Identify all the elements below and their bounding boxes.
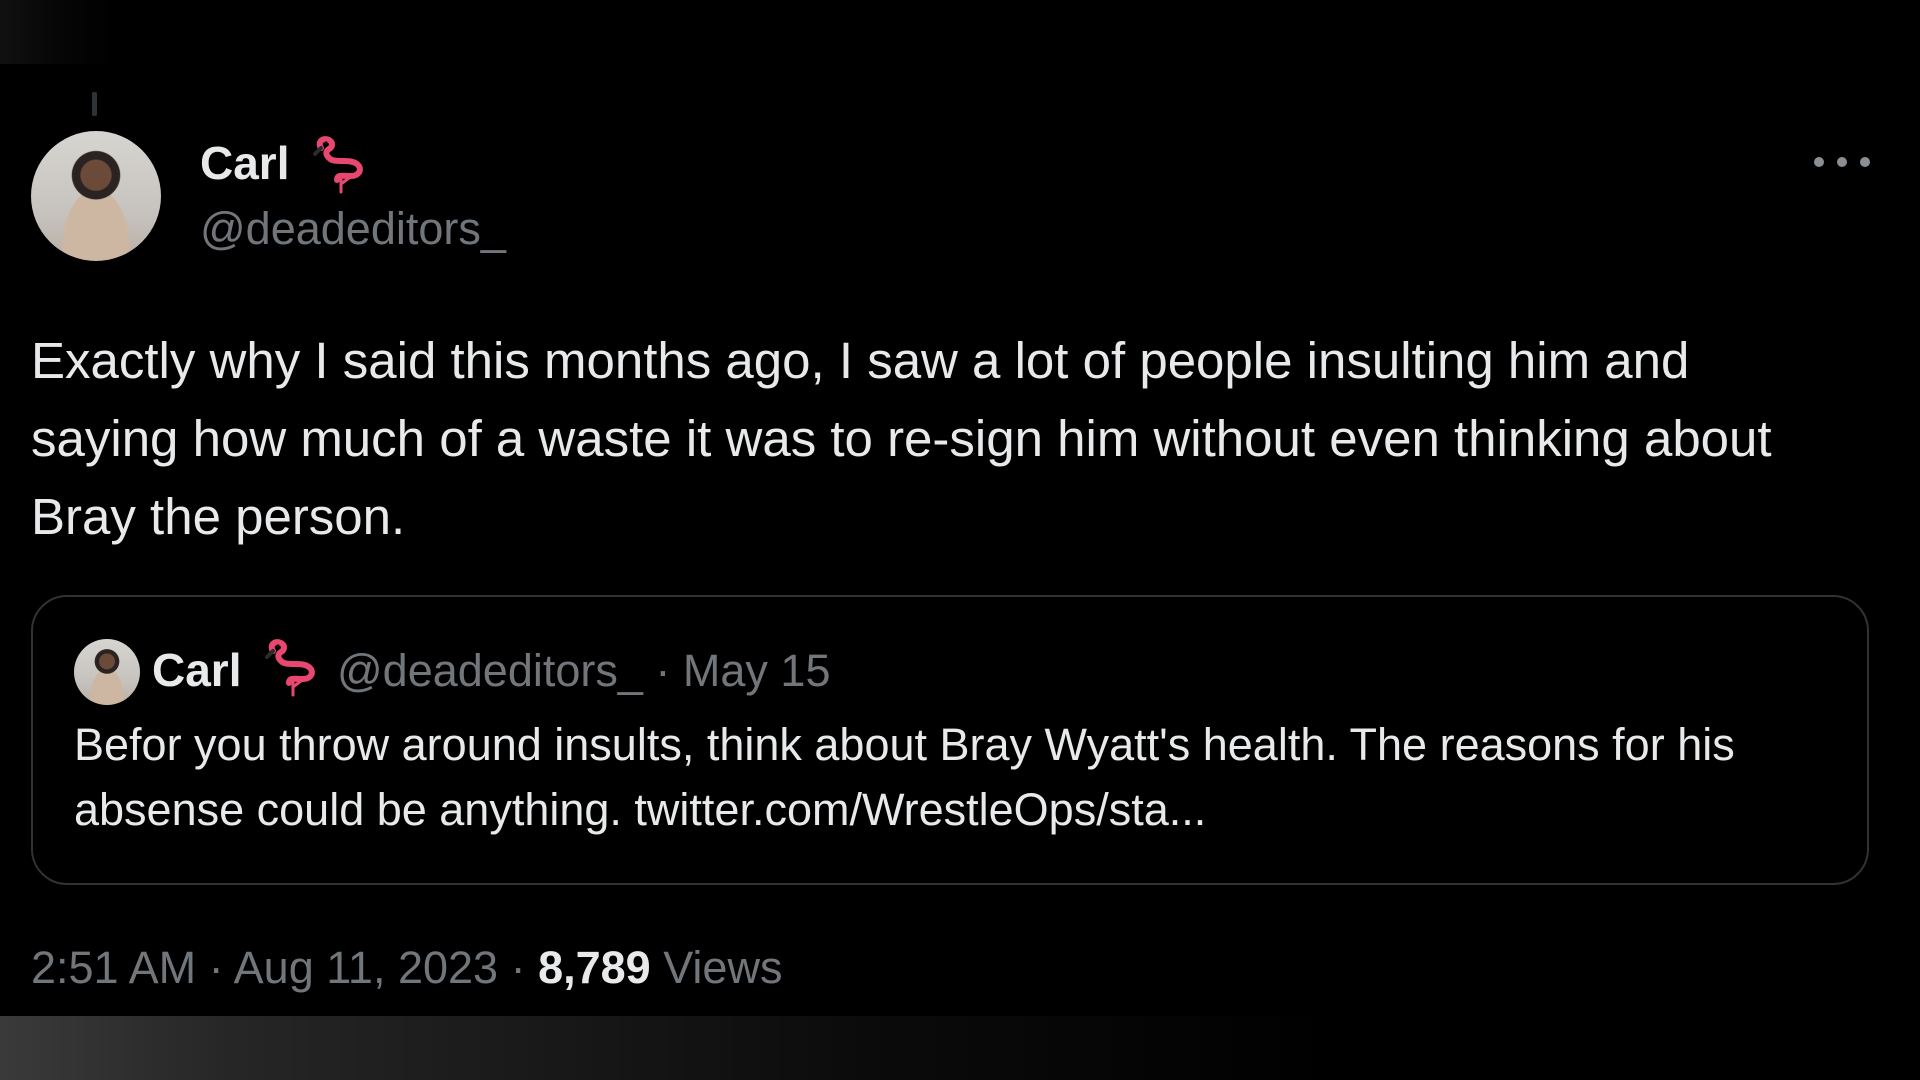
quoted-author-avatar[interactable] (74, 639, 140, 705)
quoted-author-handle[interactable]: @deadeditors_ (337, 645, 643, 696)
flamingo-icon (313, 136, 363, 194)
thread-line (92, 92, 97, 116)
more-options-icon[interactable] (1814, 150, 1870, 174)
flamingo-icon (265, 639, 315, 697)
tweet-footer-meta: 2:51 AM · Aug 11, 2023 · 8,789 Views (31, 942, 782, 994)
author-name[interactable]: Carl (200, 136, 289, 190)
meta-separator: · (208, 942, 224, 993)
views-label: Views (663, 942, 783, 993)
tweet-text: Exactly why I said this months ago, I sa… (31, 332, 1772, 545)
author-handle[interactable]: @deadeditors_ (200, 203, 506, 255)
quoted-tweet-date[interactable]: May 15 (683, 645, 831, 696)
top-shadow (0, 0, 1920, 64)
quoted-tweet-text: Befor you throw around insults, think ab… (74, 719, 1735, 835)
meta-separator: · (510, 942, 526, 993)
quoted-tweet-card[interactable]: Carl @deadeditors_ · May 15 Befor you th… (31, 595, 1869, 885)
meta-separator: · (655, 645, 671, 696)
author-avatar[interactable] (31, 131, 161, 261)
tweet-time[interactable]: 2:51 AM (31, 942, 196, 993)
view-count: 8,789 (538, 942, 651, 993)
quoted-author-name[interactable]: Carl (152, 643, 241, 697)
tweet-date[interactable]: Aug 11, 2023 (234, 942, 498, 993)
quoted-tweet-meta: @deadeditors_ · May 15 (337, 645, 831, 697)
bottom-shadow (0, 1016, 1920, 1080)
